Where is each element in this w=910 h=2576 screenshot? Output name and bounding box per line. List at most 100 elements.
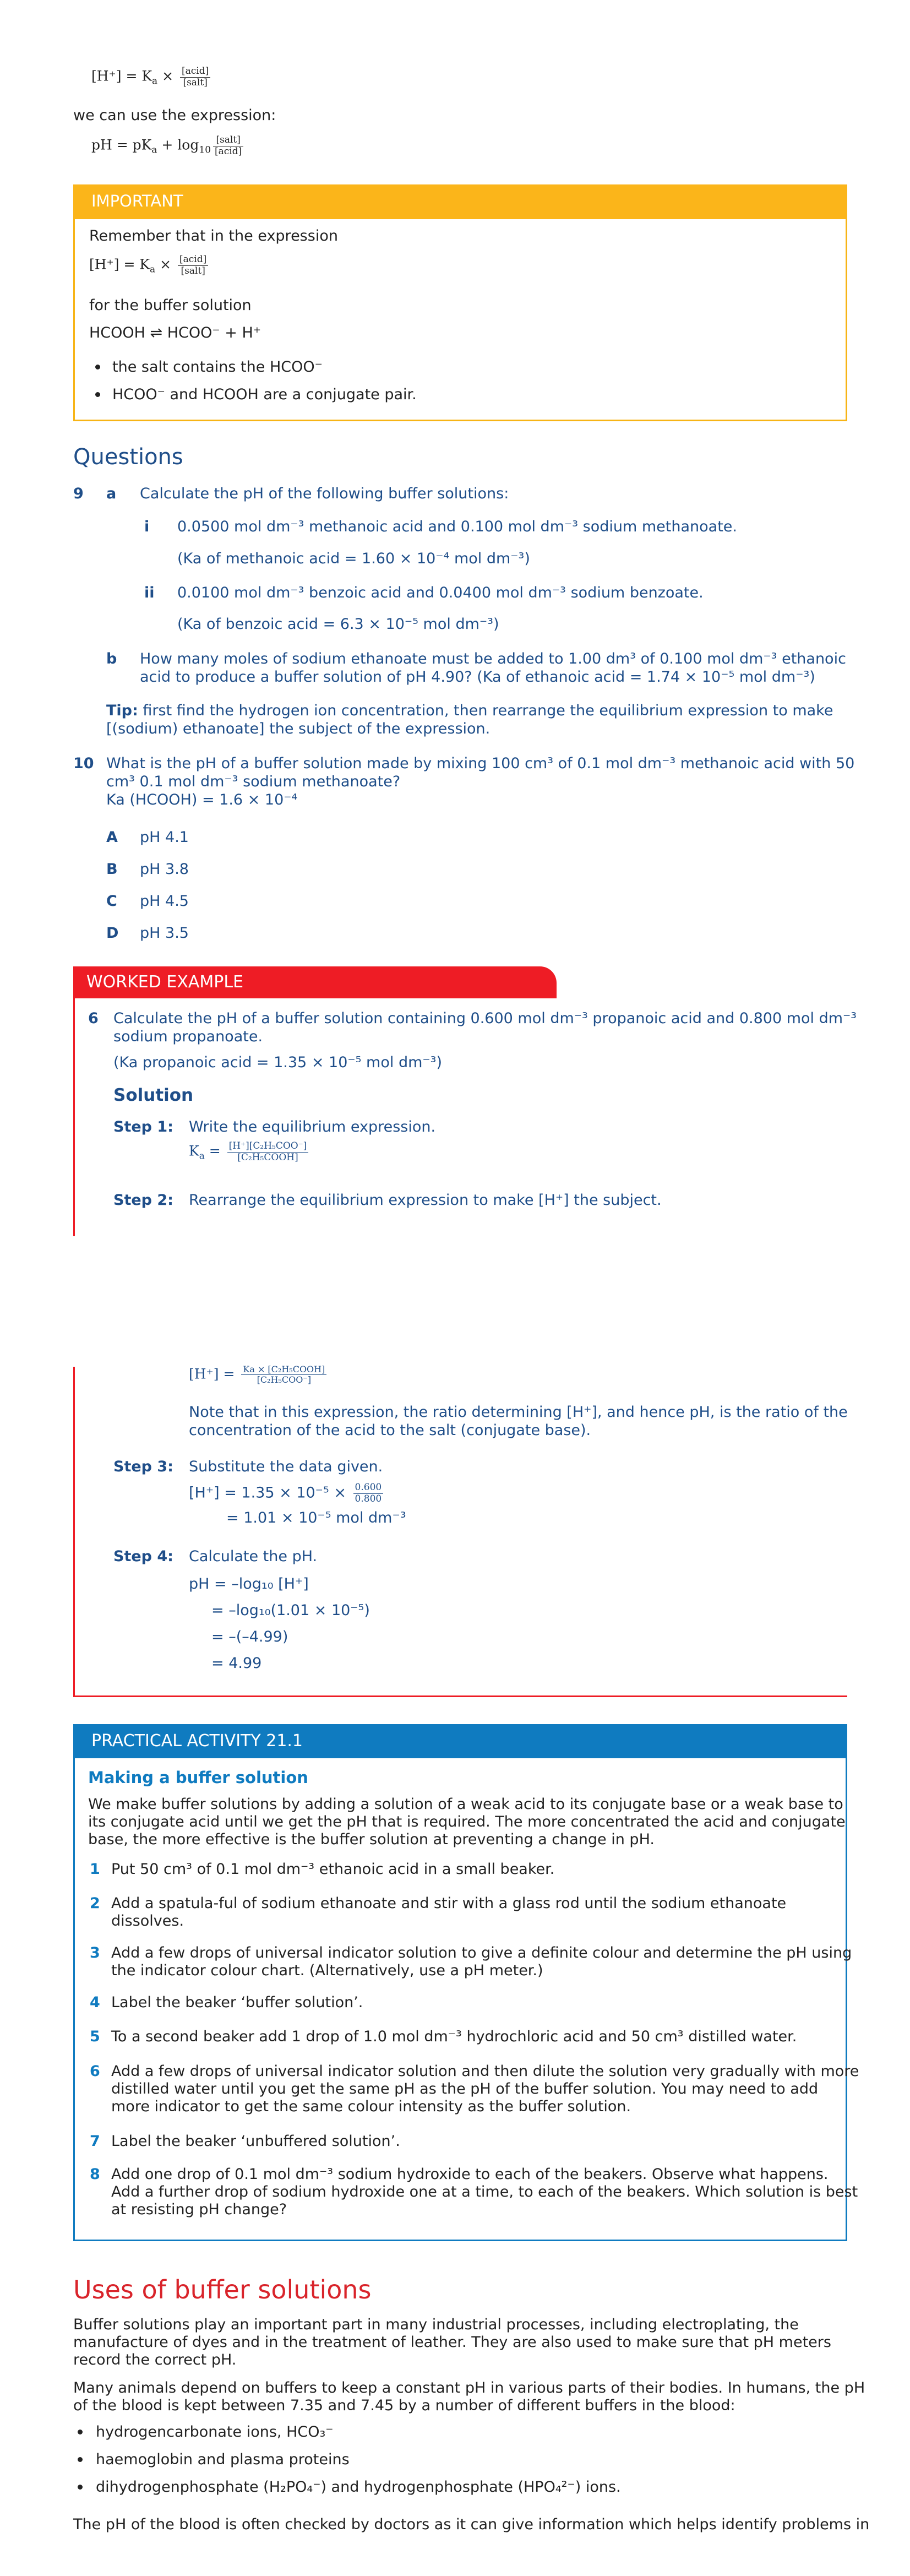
fraction: [acid] [salt] xyxy=(178,254,209,276)
step-text: dissolves. xyxy=(111,1912,184,1930)
step1-text: Write the equilibrium expression. xyxy=(189,1118,436,1135)
important-for-buffer: for the buffer solution xyxy=(89,297,252,314)
step-number: 3 xyxy=(90,1944,100,1961)
step2-text: Rearrange the equilibrium expression to … xyxy=(189,1192,662,1209)
step-number: 6 xyxy=(90,2063,100,2080)
option-b-text[interactable]: pH 3.8 xyxy=(140,860,189,879)
fraction-num: [H⁺][C₂H₅COO⁻] xyxy=(227,1140,309,1153)
uses-para2-line1: Many animals depend on buffers to keep a… xyxy=(73,2379,865,2396)
formula-sub: a xyxy=(151,144,157,156)
question-10-line2: cm³ 0.1 mol dm⁻³ sodium methanoate? xyxy=(106,773,401,790)
uses-para1-line3: record the correct pH. xyxy=(73,2351,237,2368)
step-text: at resisting pH change? xyxy=(111,2201,287,2218)
fraction-den: [salt] xyxy=(181,265,205,276)
fraction-den: [salt] xyxy=(183,77,208,88)
formula-sub: a xyxy=(150,264,156,275)
worked-example-bottom-border xyxy=(73,1695,847,1697)
uses-heading: Uses of buffer solutions xyxy=(73,2275,372,2305)
important-heading: IMPORTANT xyxy=(73,184,847,219)
formula-h-plus: [H⁺] = Ka × [acid] [salt] xyxy=(91,66,212,88)
tip-label: Tip: xyxy=(106,702,138,719)
worked-example-heading: WORKED EXAMPLE xyxy=(73,966,557,998)
step4-line2: = –log₁₀(1.01 × 10⁻⁵) xyxy=(211,1602,370,1619)
practical-subheading: Making a buffer solution xyxy=(88,1768,308,1787)
fraction-num: [acid] xyxy=(178,254,209,266)
question-9aii-text: 0.0100 mol dm⁻³ benzoic acid and 0.0400 … xyxy=(177,584,704,601)
step-text: distilled water until you get the same p… xyxy=(111,2080,819,2097)
worked-example-border xyxy=(73,997,75,1236)
step4-line1: pH = –log₁₀ [H⁺] xyxy=(189,1575,309,1593)
option-c-text[interactable]: pH 4.5 xyxy=(140,892,189,911)
fraction: [salt] [acid] xyxy=(213,134,244,157)
worked-example-line2: sodium propanoate. xyxy=(113,1028,263,1045)
question-9-tip-line2: [(sodium) ethanoate] the subject of the … xyxy=(106,720,491,737)
uses-para3: The pH of the blood is often checked by … xyxy=(73,2516,870,2533)
step2-label: Step 2: xyxy=(113,1192,173,1209)
important-equilibrium: HCOOH ⇌ HCOO⁻ + H⁺ xyxy=(89,324,261,341)
formula-sub: a xyxy=(152,75,158,87)
step2-formula: [H⁺] = Ka × [C₂H₅COOH] [C₂H₅COO⁻] xyxy=(189,1364,329,1385)
question-10-number: 10 xyxy=(73,755,94,772)
fraction: [H⁺][C₂H₅COO⁻] [C₂H₅COOH] xyxy=(227,1140,309,1163)
step3-text: Substitute the data given. xyxy=(189,1458,383,1475)
step-text: Add a spatula-ful of sodium ethanoate an… xyxy=(111,1895,787,1912)
worked-example-line1: Calculate the pH of a buffer solution co… xyxy=(113,1010,857,1027)
formula-times: × xyxy=(157,68,178,84)
important-formula: [H⁺] = Ka × [acid] [salt] xyxy=(89,254,210,276)
option-c-letter: C xyxy=(106,893,117,910)
fraction-den: [acid] xyxy=(215,145,242,157)
formula-log-base: 10 xyxy=(199,144,211,156)
step-number: 1 xyxy=(90,1861,100,1878)
fraction: 0.600 0.800 xyxy=(353,1482,384,1504)
step-text: To a second beaker add 1 drop of 1.0 mol… xyxy=(111,2028,797,2045)
formula-lhs: [H⁺] = K xyxy=(89,256,150,273)
practical-heading: PRACTICAL ACTIVITY 21.1 xyxy=(73,1724,847,1758)
important-bullet-1: the salt contains the HCOO⁻ xyxy=(112,358,323,376)
question-9-tip: Tip: first find the hydrogen ion concent… xyxy=(106,702,833,720)
solution-heading: Solution xyxy=(113,1085,194,1105)
question-9aii-ka: (Ka of benzoic acid = 6.3 × 10⁻⁵ mol dm⁻… xyxy=(177,616,499,633)
bullet-dot xyxy=(78,2485,83,2490)
question-9-number: 9 xyxy=(73,485,84,502)
option-d-letter: D xyxy=(106,925,119,942)
fraction-den: 0.800 xyxy=(355,1493,382,1504)
formula-lhs: [H⁺] = xyxy=(189,1366,239,1382)
formula-times: × xyxy=(155,256,176,273)
question-10-line3: Ka (HCOOH) = 1.6 × 10⁻⁴ xyxy=(106,791,298,808)
note-line1: Note that in this expression, the ratio … xyxy=(189,1404,848,1421)
step-text: Add a further drop of sodium hydroxide o… xyxy=(111,2183,858,2200)
step-text: the indicator colour chart. (Alternative… xyxy=(111,1962,543,1979)
fraction-num: [salt] xyxy=(213,134,244,146)
step-text: Add a few drops of universal indicator s… xyxy=(111,1944,852,1961)
step3-line1: [H⁺] = 1.35 × 10⁻⁵ × 0.600 0.800 xyxy=(189,1482,385,1504)
uses-para1-line2: manufacture of dyes and in the treatment… xyxy=(73,2334,831,2351)
step-number: 4 xyxy=(90,1994,100,2011)
uses-bullet-1: hydrogencarbonate ions, HCO₃⁻ xyxy=(96,2423,334,2441)
step4-text: Calculate the pH. xyxy=(189,1548,318,1565)
question-9b-line2: acid to produce a buffer solution of pH … xyxy=(140,669,815,686)
step-number: 7 xyxy=(90,2133,100,2150)
fraction-num: Ka × [C₂H₅COOH] xyxy=(241,1364,327,1376)
practical-intro-2: its conjugate acid until we get the pH t… xyxy=(88,1813,846,1830)
bullet-dot xyxy=(95,365,100,369)
step4-line4: = 4.99 xyxy=(211,1655,262,1672)
fraction-num: 0.600 xyxy=(353,1482,384,1494)
question-9aii-label: ii xyxy=(144,584,155,601)
uses-bullet-3: dihydrogenphosphate (H₂PO₄⁻) and hydroge… xyxy=(96,2479,621,2496)
important-bullet-2: HCOO⁻ and HCOOH are a conjugate pair. xyxy=(112,386,417,403)
fraction-num: [acid] xyxy=(180,66,211,78)
formula-lhs: pH = pK xyxy=(91,137,152,153)
question-9b-line1: How many moles of sodium ethanoate must … xyxy=(140,650,846,667)
uses-bullet-2: haemoglobin and plasma proteins xyxy=(96,2451,350,2468)
step-number: 5 xyxy=(90,2028,100,2045)
option-a-text[interactable]: pH 4.1 xyxy=(140,828,189,847)
formula-lhs: [H⁺] = K xyxy=(91,68,152,84)
step3-calc: [H⁺] = 1.35 × 10⁻⁵ × xyxy=(189,1484,346,1502)
option-d-text[interactable]: pH 3.5 xyxy=(140,924,189,943)
uses-para1-line1: Buffer solutions play an important part … xyxy=(73,2316,799,2333)
bullet-dot xyxy=(78,2430,83,2434)
step1-formula: Ka = [H⁺][C₂H₅COO⁻] [C₂H₅COOH] xyxy=(189,1140,310,1163)
worked-example-ka: (Ka propanoic acid = 1.35 × 10⁻⁵ mol dm⁻… xyxy=(113,1054,442,1071)
fraction-den: [C₂H₅COO⁻] xyxy=(257,1374,312,1385)
formula-ph: pH = pKa + log10 [salt] [acid] xyxy=(91,134,246,157)
